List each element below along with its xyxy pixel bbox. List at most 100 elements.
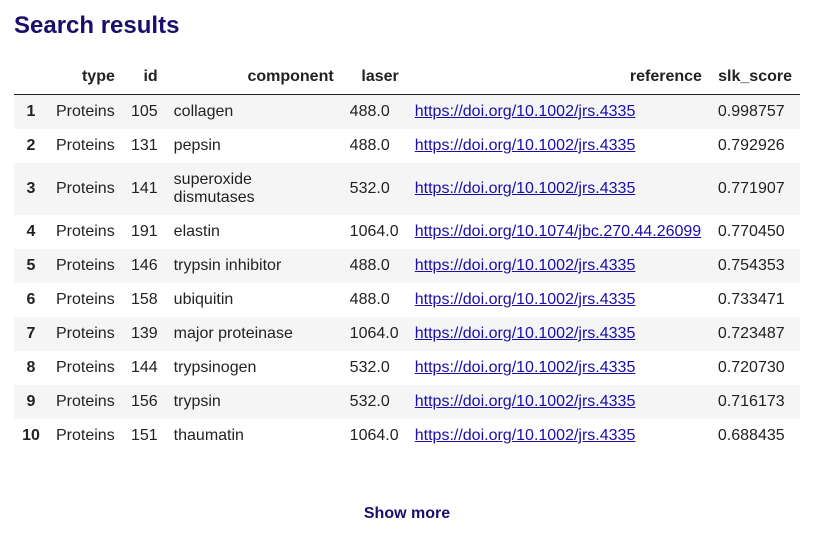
slk-score-cell: 0.998757 [717,103,785,120]
reference-cell: https://doi.org/10.1002/jrs.4335 [407,129,710,163]
laser-cell: 488.0 [349,137,390,154]
table-row: 4 Proteins 191 elastin 1064.0 https://doi.org… [14,215,800,249]
row-number: 6 [26,291,36,308]
reference-link[interactable]: https://doi.org/10.1002/jrs.4335 [415,180,636,197]
table-header: type id component laser reference slk_sc… [14,60,800,95]
slk-score-cell: 0.770450 [717,223,785,240]
type-cell: Proteins [56,137,115,154]
header-type[interactable]: type [48,60,123,95]
table-row: 3 Proteins 141 superoxide dismutases 532.0 ht… [14,163,800,215]
slk-score-cell: 0.754353 [717,257,785,274]
component-cell: trypsin inhibitor [173,257,282,274]
laser-cell: 532.0 [349,393,390,410]
reference-cell: https://doi.org/10.1002/jrs.4335 [407,283,710,317]
row-number: 8 [26,359,36,376]
reference-link[interactable]: https://doi.org/10.1002/jrs.4335 [415,325,636,342]
reference-link[interactable]: https://doi.org/10.1002/jrs.4335 [415,137,636,154]
slk-score-cell: 0.688435 [717,427,785,444]
reference-cell: https://doi.org/10.1002/jrs.4335 [407,351,710,385]
component-cell: trypsin [173,393,221,410]
header-id[interactable]: id [122,60,166,95]
id-cell: 105 [130,103,158,120]
header-slk-score[interactable]: slk_score [709,60,800,95]
component-cell: trypsinogen [173,359,257,376]
row-number: 9 [26,393,36,410]
id-cell: 151 [130,427,158,444]
reference-link[interactable]: https://doi.org/10.1002/jrs.4335 [415,291,636,308]
id-cell: 131 [130,137,158,154]
type-cell: Proteins [56,427,115,444]
table-row: 6 Proteins 158 ubiquitin 488.0 https://doi.or… [14,283,800,317]
id-cell: 144 [130,359,158,376]
reference-cell: https://doi.org/10.1002/jrs.4335 [407,419,710,453]
reference-cell: https://doi.org/10.1002/jrs.4335 [407,249,710,283]
type-cell: Proteins [56,359,115,376]
type-cell: Proteins [56,103,115,120]
slk-score-cell: 0.733471 [717,291,785,308]
reference-link[interactable]: https://doi.org/10.1002/jrs.4335 [415,359,636,376]
reference-cell: https://doi.org/10.1002/jrs.4335 [407,163,710,215]
laser-cell: 1064.0 [349,223,399,240]
table-row: 5 Proteins 146 trypsin inhibitor 488.0 https:… [14,249,800,283]
type-cell: Proteins [56,180,115,197]
reference-link[interactable]: https://doi.org/10.1002/jrs.4335 [415,103,636,120]
row-number: 2 [26,137,36,154]
reference-link[interactable]: https://doi.org/10.1074/jbc.270.44.26099 [415,223,701,240]
component-cell: superoxide dismutases [173,171,255,206]
slk-score-cell: 0.723487 [717,325,785,342]
laser-cell: 1064.0 [349,427,399,444]
row-number: 3 [26,180,36,197]
reference-link[interactable]: https://doi.org/10.1002/jrs.4335 [415,427,636,444]
show-more-button[interactable]: Show more [0,503,814,525]
reference-link[interactable]: https://doi.org/10.1002/jrs.4335 [415,393,636,410]
row-number: 7 [26,325,36,342]
table-row: 1 Proteins 105 collagen 488.0 https://doi.org… [14,94,800,129]
type-cell: Proteins [56,223,115,240]
row-number: 5 [26,257,36,274]
laser-cell: 532.0 [349,180,390,197]
row-number: 10 [22,427,40,444]
row-number: 4 [26,223,36,240]
type-cell: Proteins [56,291,115,308]
table-row: 8 Proteins 144 trypsinogen 532.0 https://doi.… [14,351,800,385]
reference-cell: https://doi.org/10.1002/jrs.4335 [407,385,710,419]
component-cell: collagen [173,103,234,120]
header-reference[interactable]: reference [406,60,710,95]
id-cell: 191 [130,223,158,240]
component-cell: major proteinase [173,325,293,342]
type-cell: Proteins [56,257,115,274]
header-laser[interactable]: laser [341,60,407,95]
slk-score-cell: 0.716173 [717,393,785,410]
type-cell: Proteins [56,325,115,342]
laser-cell: 488.0 [349,257,390,274]
laser-cell: 1064.0 [349,325,399,342]
header-component[interactable]: component [165,60,342,95]
header-row: type id component laser reference slk_sc… [14,60,800,95]
component-cell: elastin [173,223,220,240]
table-row: 10 Proteins 151 thaumatin 1064.0 https://doi.… [14,419,800,453]
id-cell: 141 [130,180,158,197]
id-cell: 158 [130,291,158,308]
page-title: Search results [14,12,180,39]
slk-score-cell: 0.771907 [717,180,785,197]
table-row: 2 Proteins 131 pepsin 488.0 https://doi.org/1… [14,129,800,163]
reference-link[interactable]: https://doi.org/10.1002/jrs.4335 [415,257,636,274]
component-cell: pepsin [173,137,221,154]
component-cell: thaumatin [173,427,244,444]
table-row: 7 Proteins 139 major proteinase 1064.0 https:… [14,317,800,351]
id-cell: 146 [130,257,158,274]
laser-cell: 532.0 [349,359,390,376]
laser-cell: 488.0 [349,103,390,120]
table-row: 9 Proteins 156 trypsin 532.0 https://doi.org/… [14,385,800,419]
row-number: 1 [26,103,36,120]
results-table: type id component laser reference slk_sc… [14,60,800,453]
table-body: 1 Proteins 105 collagen 488.0 https://doi.org… [14,94,800,453]
search-results-page: Search results type id component laser r… [0,0,832,536]
slk-score-cell: 0.720730 [717,359,785,376]
id-cell: 156 [130,393,158,410]
reference-cell: https://doi.org/10.1002/jrs.4335 [407,317,710,351]
id-cell: 139 [130,325,158,342]
reference-cell: https://doi.org/10.1074/jbc.270.44.26099 [407,215,710,249]
slk-score-cell: 0.792926 [717,137,785,154]
header-rownum [14,60,48,95]
